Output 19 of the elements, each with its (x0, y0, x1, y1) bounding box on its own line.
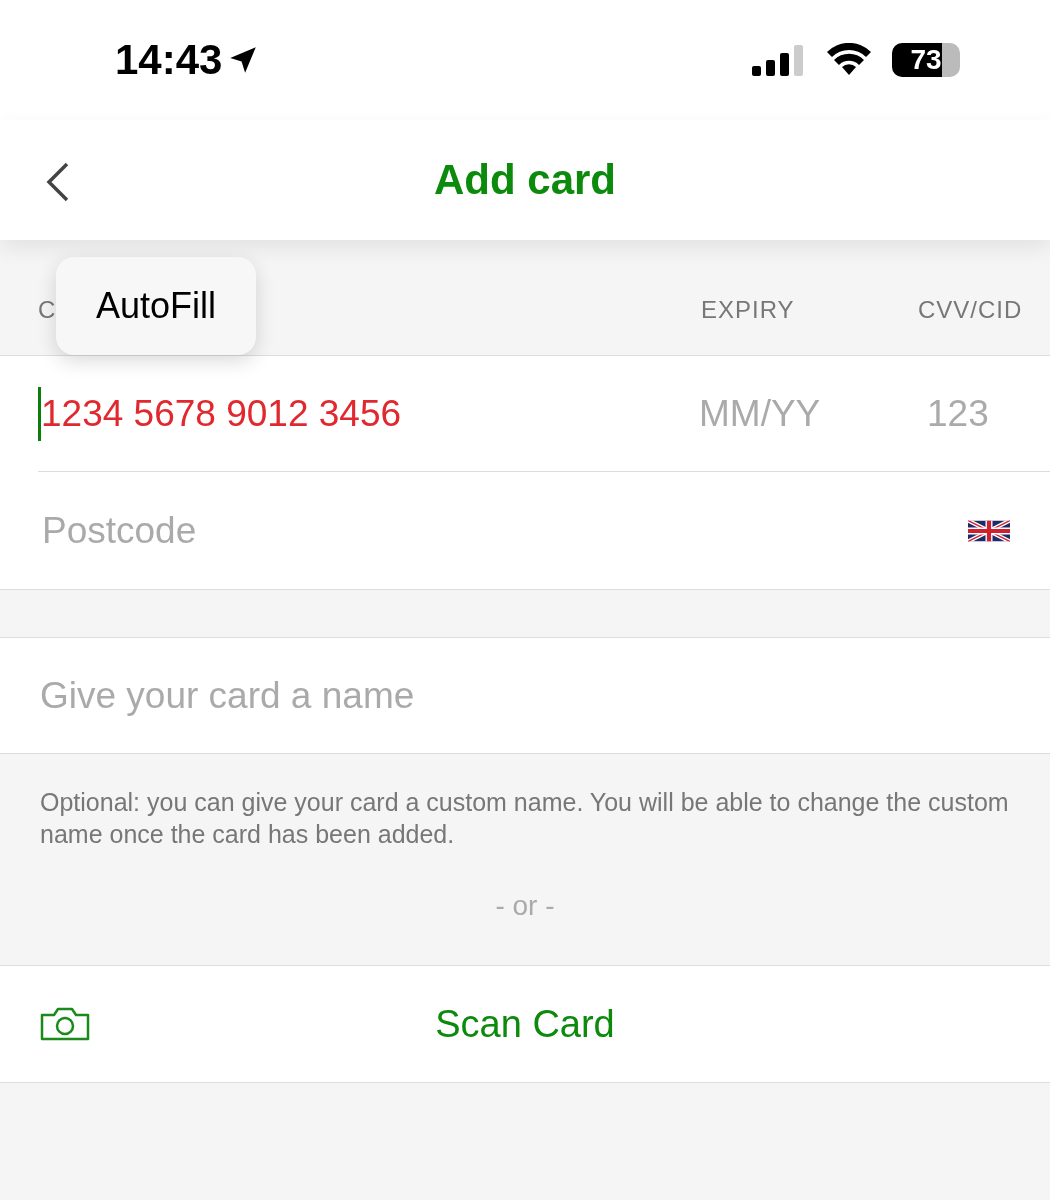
status-time: 14:43 (115, 36, 223, 84)
or-separator: - or - (495, 890, 555, 922)
camera-icon (39, 1007, 91, 1041)
cvv-header: CVV/CID (918, 296, 1023, 324)
postcode-field[interactable]: Postcode (40, 508, 544, 553)
cvv-field[interactable]: 123 (925, 392, 1049, 436)
card-number-field[interactable]: 1234 5678 9012 3456 (38, 387, 691, 441)
autofill-tooltip[interactable]: AutoFill (56, 257, 257, 355)
scan-card-button[interactable]: Scan Card (0, 966, 1050, 1083)
page-title: Add card (434, 156, 616, 204)
back-icon[interactable] (45, 162, 71, 202)
expiry-header: EXPIRY (701, 296, 795, 324)
card-name-field[interactable]: Give your card a name (0, 638, 1050, 754)
wifi-icon (826, 43, 872, 77)
optional-note: Optional: you can give your card a custom name. You will be able to change the custom name once the card has been added. (40, 787, 1010, 850)
signal-icon (752, 44, 806, 76)
battery-level: 73 (910, 44, 942, 76)
expiry-field[interactable]: MM/YY (697, 392, 901, 436)
card-number-header: C (38, 296, 57, 324)
